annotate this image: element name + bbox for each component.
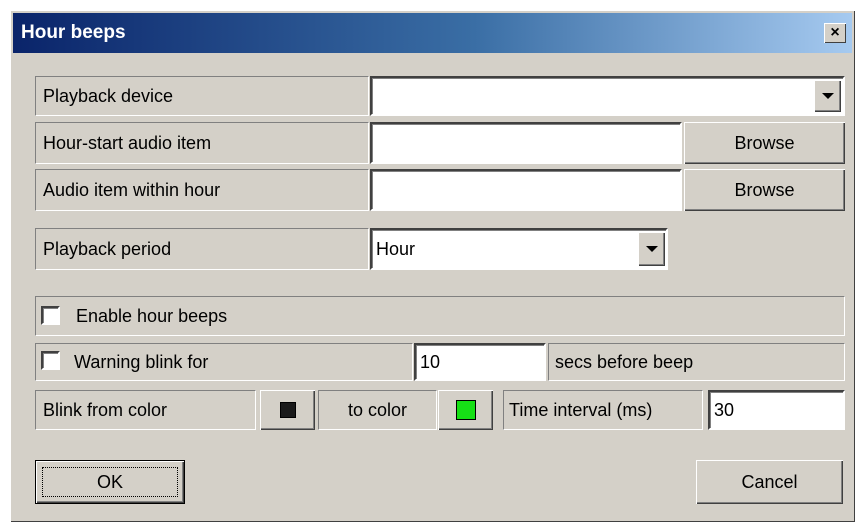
time-interval-label: Time interval (ms) xyxy=(503,390,703,430)
hour-start-label: Hour-start audio item xyxy=(35,122,369,164)
blink-from-color-button[interactable] xyxy=(260,390,315,430)
playback-device-label: Playback device xyxy=(35,76,369,116)
hour-start-input[interactable] xyxy=(370,122,682,164)
close-button[interactable]: × xyxy=(824,23,846,43)
within-hour-browse-button[interactable]: Browse xyxy=(684,169,845,211)
time-interval-input[interactable]: 30 xyxy=(708,390,845,430)
focus-rectangle xyxy=(42,467,178,497)
warning-blink-checkbox[interactable] xyxy=(41,351,60,370)
hour-start-browse-button[interactable]: Browse xyxy=(684,122,845,164)
playback-device-dropdown-button[interactable] xyxy=(814,80,841,112)
playback-period-select[interactable]: Hour xyxy=(370,228,668,270)
playback-period-value: Hour xyxy=(376,238,416,259)
to-color-label: to color xyxy=(318,390,437,430)
ok-button[interactable]: OK xyxy=(35,460,185,504)
warning-blink-label: Warning blink for xyxy=(74,351,209,372)
enable-hour-beeps-label: Enable hour beeps xyxy=(76,305,228,326)
enable-hour-beeps-checkbox[interactable] xyxy=(41,306,60,325)
within-hour-label: Audio item within hour xyxy=(35,169,369,211)
within-hour-input[interactable] xyxy=(370,169,682,211)
warning-secs-value: 10 xyxy=(420,351,441,372)
from-color-swatch xyxy=(279,402,296,418)
blink-from-label: Blink from color xyxy=(35,390,256,430)
playback-period-dropdown-button[interactable] xyxy=(638,232,665,266)
warning-secs-input[interactable]: 10 xyxy=(414,343,546,381)
time-interval-value: 30 xyxy=(714,399,735,420)
cancel-button[interactable]: Cancel xyxy=(696,460,843,504)
warning-suffix-label: secs before beep xyxy=(548,343,845,381)
chevron-down-icon xyxy=(821,93,834,99)
to-color-swatch xyxy=(455,400,476,420)
close-icon: × xyxy=(830,24,840,41)
chevron-down-icon xyxy=(645,246,658,252)
playback-device-select[interactable] xyxy=(370,76,845,116)
enable-hour-beeps-row[interactable]: Enable hour beeps xyxy=(35,296,845,336)
warning-blink-row[interactable]: Warning blink for xyxy=(35,343,413,381)
title-bar[interactable]: Hour beeps × xyxy=(13,13,852,53)
blink-to-color-button[interactable] xyxy=(438,390,493,430)
dialog-title: Hour beeps xyxy=(21,22,126,43)
playback-period-label: Playback period xyxy=(35,228,369,270)
